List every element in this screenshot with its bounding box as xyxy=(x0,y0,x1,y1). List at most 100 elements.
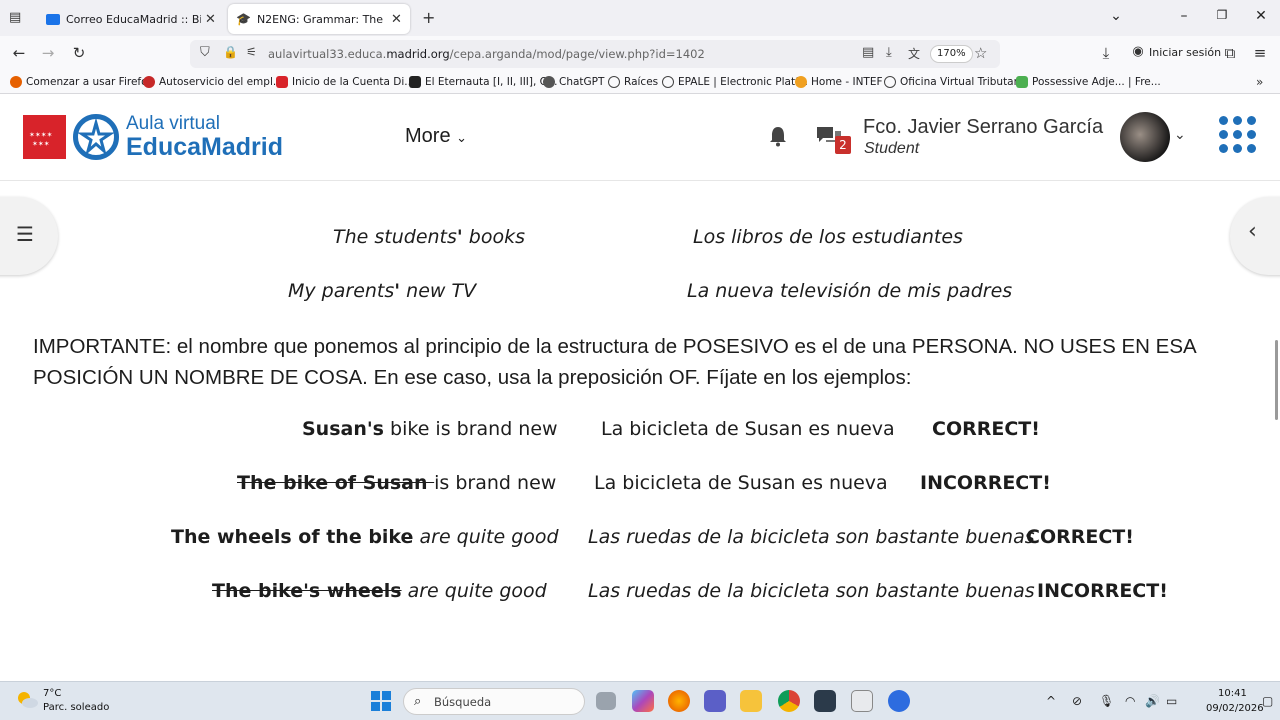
page-scrollbar[interactable] xyxy=(1275,340,1278,420)
bookmark-epale[interactable]: EPALE | Electronic Platf... xyxy=(662,76,808,88)
firefox-icon xyxy=(10,76,22,88)
example-2-spanish: La nueva televisión de mis padres xyxy=(687,280,1013,302)
chevron-down-icon[interactable]: ⌄ xyxy=(1174,127,1186,143)
bookmark-cuenta[interactable]: Inicio de la Cuenta Di... xyxy=(276,76,414,88)
tray-overflow-icon[interactable]: ^ xyxy=(1046,694,1056,708)
account-icon[interactable]: ◉ xyxy=(1128,44,1148,59)
bookmark-label: Inicio de la Cuenta Di... xyxy=(292,76,415,88)
close-window-icon[interactable]: ✕ xyxy=(1251,8,1271,24)
chevron-left-icon: ‹ xyxy=(1248,219,1257,244)
partly-sunny-icon[interactable] xyxy=(16,691,38,709)
minimize-icon[interactable]: – xyxy=(1174,8,1194,24)
microphone-icon[interactable]: 🎙 xyxy=(1099,694,1114,708)
tab-list-icon[interactable]: ▤ xyxy=(9,10,21,25)
restore-icon[interactable]: ❐ xyxy=(1212,8,1232,22)
graduation-cap-icon: 🎓 xyxy=(236,12,251,26)
signin-button[interactable]: Iniciar sesión xyxy=(1149,46,1221,59)
zoom-level[interactable]: 170% xyxy=(930,45,973,63)
example-2-english: My parents' new TV xyxy=(288,280,476,302)
forward-icon[interactable]: → xyxy=(38,44,58,62)
lock-icon[interactable]: 🔒 xyxy=(223,45,238,59)
bookmark-label: ChatGPT xyxy=(559,76,605,88)
example-1-spanish: Los libros de los estudiantes xyxy=(693,226,963,248)
bookmark-star-icon[interactable]: ☆ xyxy=(974,44,987,62)
volume-icon[interactable]: 🔊 xyxy=(1145,694,1160,708)
bookmark-firefox[interactable]: Comenzar a usar Firefox xyxy=(10,76,153,88)
weather-temperature[interactable]: 7°C xyxy=(43,688,61,699)
bookmark-intef[interactable]: Home - INTEF xyxy=(795,76,883,88)
example-4-english: The bike of Susan is brand new xyxy=(237,472,556,494)
battery-icon[interactable]: ▭ xyxy=(1166,694,1177,708)
course-index-drawer-button[interactable]: ☰ xyxy=(0,197,58,275)
chatgpt-icon xyxy=(543,76,555,88)
app-icon[interactable] xyxy=(814,690,836,712)
close-tab-icon[interactable]: ✕ xyxy=(205,12,216,27)
url-text[interactable]: aulavirtual33.educa.madrid.org/cepa.arga… xyxy=(268,47,705,61)
close-tab-icon[interactable]: ✕ xyxy=(391,12,402,27)
snipping-tool-icon[interactable] xyxy=(851,690,873,712)
cuenta-icon xyxy=(276,76,288,88)
educamadrid-logo-icon[interactable] xyxy=(73,114,119,160)
user-name[interactable]: Fco. Javier Serrano García xyxy=(863,116,1103,139)
notifications-icon[interactable]: ▢ xyxy=(1262,694,1273,708)
ex5-rest: are quite good xyxy=(413,526,559,548)
copilot-icon[interactable] xyxy=(632,690,654,712)
back-icon[interactable]: ← xyxy=(9,44,29,62)
url-path: /cepa.arganda/mod/page/view.php?id=1402 xyxy=(449,47,705,61)
logo-text-educamadrid[interactable]: EducaMadrid xyxy=(126,133,283,162)
ex5-of-structure: The wheels of the bike xyxy=(171,526,414,548)
new-tab-button[interactable]: + xyxy=(422,8,435,27)
url-bar[interactable]: ⛉ 🔒 ⚟ aulavirtual33.educa.madrid.org/cep… xyxy=(190,40,1000,68)
network-off-icon[interactable]: ⊘ xyxy=(1072,694,1082,708)
block-drawer-button[interactable]: ‹ xyxy=(1230,197,1280,275)
bookmark-label: Autoservicio del empl... xyxy=(159,76,283,88)
url-host-prefix: aulavirtual33.educa. xyxy=(268,47,387,61)
weather-description[interactable]: Parc. soleado xyxy=(43,702,109,713)
intef-icon xyxy=(795,76,807,88)
clock-date[interactable]: 09/02/2026 xyxy=(1206,703,1264,714)
ex6-rest: are quite good xyxy=(401,580,547,602)
madrid-flag-logo[interactable]: ✶✶✶✶ ✶✶✶ xyxy=(23,115,66,159)
shield-icon[interactable]: ⛉ xyxy=(200,45,210,60)
extensions-icon[interactable]: ⧉ xyxy=(1220,44,1240,62)
avatar[interactable] xyxy=(1120,112,1170,162)
wifi-icon[interactable]: ◠ xyxy=(1125,694,1135,708)
apps-grid-icon[interactable] xyxy=(1219,116,1257,154)
site-header: ✶✶✶✶ ✶✶✶ Aula virtual EducaMadrid More ⌄… xyxy=(0,95,1280,181)
example-5-english: The wheels of the bike are quite good xyxy=(171,526,559,548)
windows-start-button[interactable] xyxy=(371,691,391,711)
ex3-possessive: Susan's xyxy=(302,418,384,440)
teams-icon[interactable] xyxy=(704,690,726,712)
ex1-en-part: books xyxy=(462,226,526,248)
tab-correo[interactable]: Correo EducaMadrid :: Bienvenido ✕ xyxy=(38,4,224,34)
bell-icon[interactable] xyxy=(767,125,789,147)
ex1-en-part: The students xyxy=(333,226,457,248)
reader-view-icon[interactable]: ▤ xyxy=(862,45,874,60)
reload-icon[interactable]: ↻ xyxy=(69,44,89,62)
taskbar-search[interactable]: ⌕ Búsqueda xyxy=(403,688,585,715)
logo-text-aula[interactable]: Aula virtual xyxy=(126,113,220,135)
bookmark-tributaria[interactable]: Oficina Virtual Tributaria xyxy=(884,76,1027,88)
bookmark-eternauta[interactable]: El Eternauta [I, II, III], O... xyxy=(409,76,558,88)
tab-grammar[interactable]: 🎓 N2ENG: Grammar: The Possessive ✕ xyxy=(228,4,410,34)
translate-icon[interactable]: 文 xyxy=(908,45,920,62)
app-menu-icon[interactable]: ≡ xyxy=(1250,44,1270,62)
more-menu-button[interactable]: More ⌄ xyxy=(405,125,467,148)
chrome-icon[interactable] xyxy=(778,690,800,712)
firefox-taskbar-icon[interactable] xyxy=(668,690,690,712)
clock-time[interactable]: 10:41 xyxy=(1218,688,1247,699)
permissions-icon[interactable]: ⚟ xyxy=(246,45,257,59)
downloads-icon[interactable]: ⤓ xyxy=(1096,44,1116,62)
tab-overflow-icon[interactable]: ⌄ xyxy=(1106,8,1126,24)
bookmark-raices[interactable]: Raíces xyxy=(608,76,658,88)
bookmark-chatgpt[interactable]: ChatGPT xyxy=(543,76,604,88)
example-4-spanish: La bicicleta de Susan es nueva xyxy=(594,472,888,494)
bookmark-possessive[interactable]: Possessive Adje... | Fre... xyxy=(1016,76,1161,88)
bookmark-autoservicio[interactable]: Autoservicio del empl... xyxy=(143,76,283,88)
task-view-icon[interactable] xyxy=(596,692,616,710)
file-explorer-icon[interactable] xyxy=(740,690,762,712)
save-to-pocket-icon[interactable]: ⤓ xyxy=(886,45,892,60)
bookmarks-overflow-icon[interactable]: » xyxy=(1256,75,1263,89)
zoom-icon[interactable] xyxy=(888,690,910,712)
example-6-spanish: Las ruedas de la bicicleta son bastante … xyxy=(588,580,1035,602)
